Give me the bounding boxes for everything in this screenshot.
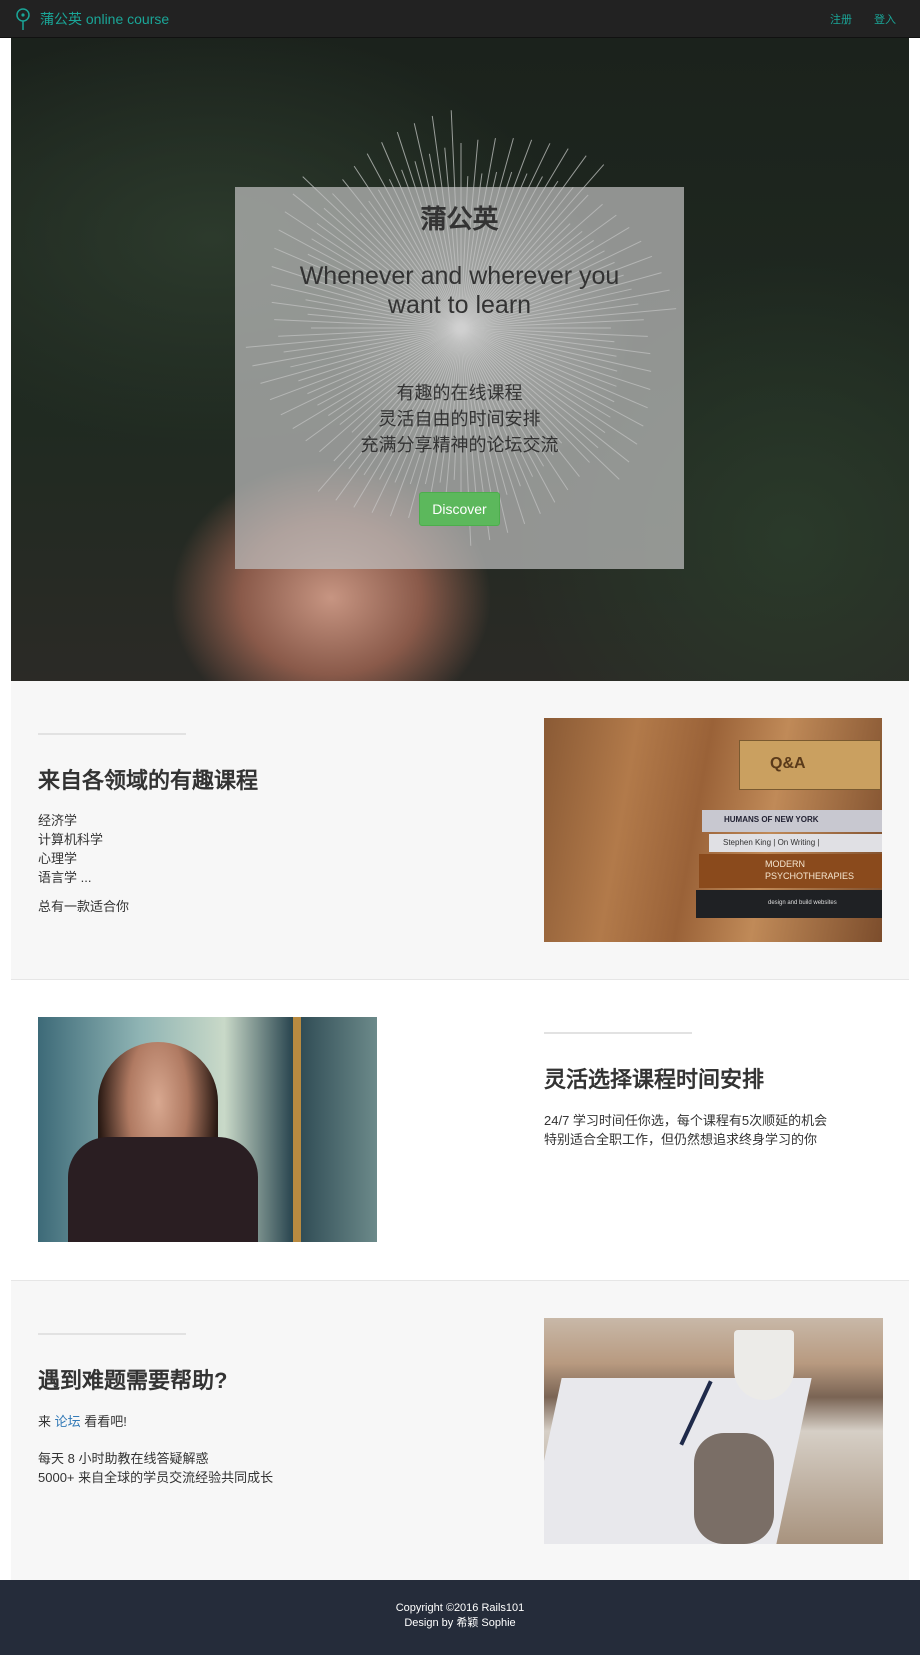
section-rule <box>38 733 186 735</box>
login-link[interactable]: 登入 <box>874 11 896 27</box>
book-title-humans: HUMANS OF NEW YORK <box>724 815 819 824</box>
courses-list: 经济学 计算机科学 心理学 语言学 ... 总有一款适合你 <box>38 811 129 916</box>
books-photo: Q&A HUMANS OF NEW YORK Stephen King | On… <box>544 718 882 942</box>
footer-design: Design by 希颖 Sophie <box>404 1617 516 1629</box>
course-item-linguistics: 语言学 ... <box>38 870 92 885</box>
register-link[interactable]: 注册 <box>830 11 852 27</box>
dandelion-logo-icon <box>16 8 30 30</box>
hero-feature-courses: 有趣的在线课程 <box>396 383 523 403</box>
book-title-websites: design and build websites <box>768 900 837 906</box>
forum-line: 来 论坛 看看吧! <box>38 1412 273 1431</box>
forum-prefix: 来 <box>38 1414 52 1429</box>
writing-photo <box>544 1318 883 1544</box>
hero-feature-schedule: 灵活自由的时间安排 <box>378 409 541 429</box>
book-title-on-writing: Stephen King | On Writing | <box>723 838 820 847</box>
help-line-2: 5000+ 来自全球的学员交流经验共同成长 <box>38 1470 274 1485</box>
brand[interactable]: 蒲公英 online course <box>14 0 169 38</box>
courses-note: 总有一款适合你 <box>38 899 130 914</box>
hero-feature-forum: 充满分享精神的论坛交流 <box>360 435 559 455</box>
course-item-cs: 计算机科学 <box>38 832 104 847</box>
hero-overlay: 蒲公英 Whenever and wherever you want to le… <box>235 187 684 569</box>
book-title-qa: Q&A <box>770 755 806 772</box>
courses-title: 来自各领域的有趣课程 <box>38 768 259 793</box>
woman-phone-photo <box>38 1017 377 1242</box>
forum-link[interactable]: 论坛 <box>55 1414 81 1429</box>
schedule-section: 灵活选择课程时间安排 24/7 学习时间任你选，每个课程有5次顺延的机会 特别适… <box>11 979 909 1280</box>
help-line-1: 每天 8 小时助教在线答疑解惑 <box>38 1451 209 1466</box>
help-title: 遇到难题需要帮助? <box>38 1368 228 1393</box>
nav-links: 注册 登入 <box>830 0 896 38</box>
hero-features: 有趣的在线课程 灵活自由的时间安排 充满分享精神的论坛交流 <box>235 380 684 458</box>
forum-suffix: 看看吧! <box>84 1414 127 1429</box>
schedule-line-2: 特别适合全职工作，但仍然想追求终身学习的你 <box>544 1132 818 1147</box>
course-item-psychology: 心理学 <box>38 851 78 866</box>
help-section: 遇到难题需要帮助? 来 论坛 看看吧! 每天 8 小时助教在线答疑解惑 5000… <box>11 1280 909 1580</box>
section-rule <box>544 1032 692 1034</box>
section-rule <box>38 1333 186 1335</box>
help-text: 来 论坛 看看吧! 每天 8 小时助教在线答疑解惑 5000+ 来自全球的学员交… <box>38 1412 273 1487</box>
hero-section: 蒲公英 Whenever and wherever you want to le… <box>11 38 909 681</box>
hero-subtitle: Whenever and wherever you want to learn <box>299 262 620 319</box>
courses-section: 来自各领域的有趣课程 经济学 计算机科学 心理学 语言学 ... 总有一款适合你… <box>11 681 909 979</box>
course-item-economics: 经济学 <box>38 813 78 828</box>
discover-button[interactable]: Discover <box>419 492 500 526</box>
hero-title: 蒲公英 <box>420 204 499 234</box>
navbar: 蒲公英 online course 注册 登入 <box>0 0 920 38</box>
schedule-text: 24/7 学习时间任你选，每个课程有5次顺延的机会 特别适合全职工作，但仍然想追… <box>544 1111 827 1149</box>
schedule-line-1: 24/7 学习时间任你选，每个课程有5次顺延的机会 <box>544 1113 828 1128</box>
footer: Copyright ©2016 Rails101 Design by 希颖 So… <box>0 1580 920 1655</box>
schedule-title: 灵活选择课程时间安排 <box>544 1067 765 1092</box>
book-title-psychotherapies: MODERN PSYCHOTHERAPIES <box>765 859 855 881</box>
brand-name[interactable]: 蒲公英 online course <box>40 9 169 29</box>
footer-copyright: Copyright ©2016 Rails101 <box>395 1602 525 1614</box>
